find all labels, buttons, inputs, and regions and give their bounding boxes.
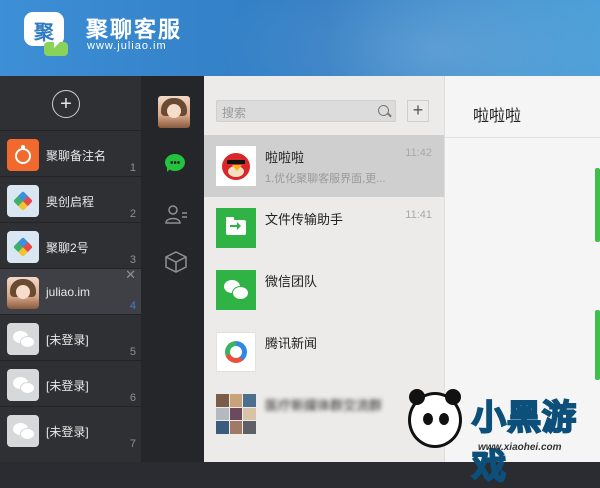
wechat-team-icon [216,270,256,310]
account-number: 3 [129,254,136,266]
wechat-gray-icon [7,369,39,401]
panda-logo [408,389,462,448]
account-item[interactable]: 聚聊2号 3 [0,222,141,269]
girl-avatar [7,277,39,309]
scroll-accent [595,168,600,242]
watermark: 小黑游戏 www.xiaohei.com [400,380,600,487]
account-name: [未登录] [46,333,89,347]
scroll-accent [595,310,600,380]
contacts-icon[interactable] [164,203,188,225]
account-item[interactable]: [未登录] 7 [0,406,141,453]
account-item[interactable]: [未登录] 5 [0,314,141,361]
conversation-title: 腾讯新闻 [265,336,318,351]
conversation-title: 微信团队 [265,274,318,289]
account-number: 6 [129,392,136,404]
file-transfer-icon [216,208,256,248]
close-account-icon[interactable]: ✕ [125,267,136,283]
add-account-button[interactable]: + [52,90,80,118]
app-header: 聚 聚聊客服 www.juliao.im [0,0,600,76]
account-name: [未登录] [46,379,89,393]
chat-header: 啦啦啦 [445,76,600,138]
watermark-url: www.xiaohei.com [478,442,562,453]
nav-rail [141,76,204,462]
box-icon[interactable] [164,250,188,274]
account-item[interactable]: 奥创启程 2 [0,176,141,223]
chat-title: 啦啦啦 [473,108,522,125]
group-collage-avatar [216,394,256,434]
conversation-preview: 1.优化聚聊客服界面,更... [265,173,386,185]
account-item[interactable]: [未登录] 6 [0,360,141,407]
watermark-text: 小黑游戏 [471,398,577,487]
conversation-title: 啦啦啦 [265,150,305,165]
search-input[interactable]: 搜索 [216,100,396,122]
conversation-title: 医疗新媒体群交流群 [265,398,383,413]
conversation-item-selected[interactable]: 啦啦啦 1.优化聚聊客服界面,更... 11:42 [204,135,444,197]
pinwheel-icon [7,185,39,217]
wechat-gray-icon [7,415,39,447]
account-name: juliao.im [46,285,91,299]
account-name: 聚聊备注名 [46,149,107,163]
pinwheel-icon [7,231,39,263]
user-avatar[interactable] [158,96,190,128]
angry-bird-avatar [216,146,256,186]
conversation-time: 11:41 [405,209,432,221]
logo-icon: 聚 [24,12,68,56]
account-number: 4 [129,300,136,312]
conversation-item[interactable]: 微信团队 [204,259,444,321]
account-name: 奥创启程 [46,195,95,209]
search-icon[interactable] [378,105,389,116]
account-name: 聚聊2号 [46,241,89,255]
account-number: 2 [129,208,136,220]
account-number: 5 [129,346,136,358]
conversation-time: 11:42 [405,147,432,159]
logo-glyph: 聚 [34,22,54,44]
account-sidebar: + 聚聊备注名 1 奥创启程 2 聚聊2号 3 juliao.im ✕ 4 [未… [0,76,141,462]
conversation-item[interactable]: 文件传输助手 11:41 [204,197,444,259]
new-chat-button[interactable]: + [407,100,429,122]
account-number: 7 [129,438,136,450]
conversation-title: 文件传输助手 [265,212,344,227]
conversation-item[interactable]: 腾讯新闻 [204,321,444,383]
account-number: 1 [129,162,136,174]
wechat-gray-icon [7,323,39,355]
account-item[interactable]: 聚聊备注名 1 [0,130,141,177]
brand-url: www.juliao.im [87,40,167,52]
header-glow [220,0,600,76]
account-item-selected[interactable]: juliao.im ✕ 4 [0,267,141,315]
tencent-news-icon [216,332,256,372]
account-name: [未登录] [46,425,89,439]
chat-icon[interactable] [165,154,185,172]
orange-app-icon [7,139,39,171]
